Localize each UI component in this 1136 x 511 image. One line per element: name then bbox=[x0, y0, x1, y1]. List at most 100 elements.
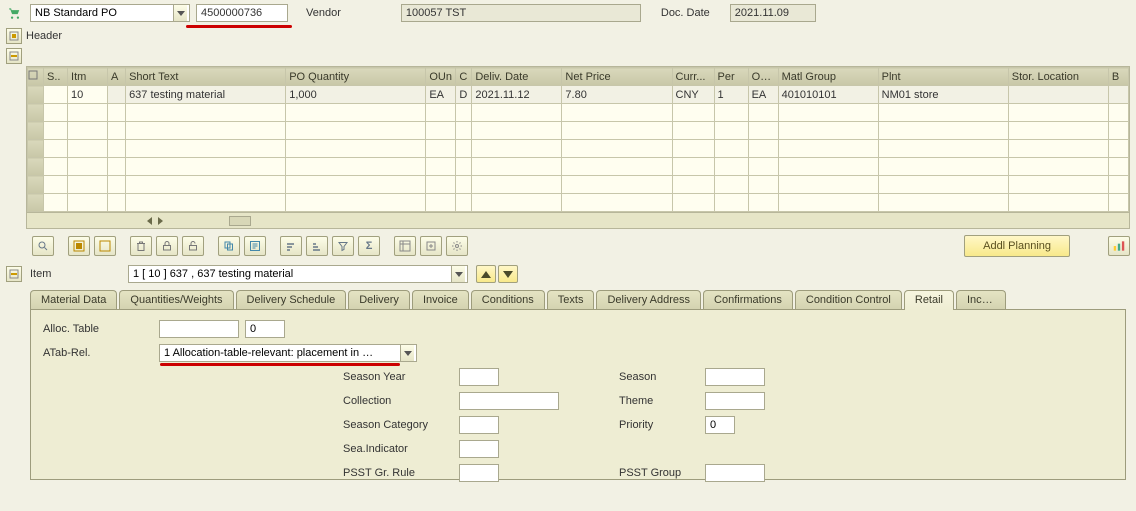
table-cell[interactable] bbox=[426, 122, 456, 140]
table-cell[interactable] bbox=[456, 158, 472, 176]
table-cell[interactable] bbox=[426, 158, 456, 176]
table-cell[interactable] bbox=[472, 122, 562, 140]
find-button[interactable] bbox=[32, 236, 54, 256]
season-category-field[interactable] bbox=[459, 416, 499, 434]
table-cell[interactable] bbox=[748, 122, 778, 140]
table-cell[interactable] bbox=[456, 176, 472, 194]
select-all-button[interactable] bbox=[68, 236, 90, 256]
table-cell[interactable] bbox=[778, 158, 878, 176]
column-header[interactable]: Per bbox=[714, 68, 748, 86]
table-select-all[interactable] bbox=[28, 68, 44, 86]
lock-button[interactable] bbox=[156, 236, 178, 256]
tab-delivery-schedule[interactable]: Delivery Schedule bbox=[236, 290, 347, 309]
table-cell[interactable] bbox=[878, 194, 1008, 212]
deselect-all-button[interactable] bbox=[94, 236, 116, 256]
tab-condition-control[interactable]: Condition Control bbox=[795, 290, 902, 309]
table-cell[interactable] bbox=[426, 194, 456, 212]
table-cell[interactable] bbox=[286, 176, 426, 194]
table-cell[interactable] bbox=[456, 122, 472, 140]
column-config-icon[interactable] bbox=[229, 216, 251, 226]
table-cell[interactable]: 1 bbox=[714, 86, 748, 104]
column-header[interactable]: OUn bbox=[426, 68, 456, 86]
unlock-button[interactable] bbox=[182, 236, 204, 256]
po-type-dropdown[interactable] bbox=[30, 4, 190, 22]
table-cell[interactable] bbox=[1108, 140, 1128, 158]
table-cell[interactable] bbox=[44, 104, 68, 122]
filter-button[interactable] bbox=[332, 236, 354, 256]
table-cell[interactable] bbox=[562, 176, 672, 194]
sum-button[interactable]: Σ bbox=[358, 236, 380, 256]
prev-item-button[interactable] bbox=[476, 265, 496, 283]
row-selector[interactable] bbox=[28, 86, 44, 104]
table-cell[interactable] bbox=[1008, 194, 1108, 212]
table-cell[interactable] bbox=[68, 176, 108, 194]
next-item-button[interactable] bbox=[498, 265, 518, 283]
expand-button[interactable] bbox=[420, 236, 442, 256]
settings-button[interactable] bbox=[446, 236, 468, 256]
table-cell[interactable] bbox=[1008, 104, 1108, 122]
table-cell[interactable] bbox=[878, 140, 1008, 158]
season-year-field[interactable] bbox=[459, 368, 499, 386]
scroll-right-icon[interactable] bbox=[158, 217, 163, 225]
table-cell[interactable] bbox=[68, 140, 108, 158]
table-cell[interactable] bbox=[44, 140, 68, 158]
table-cell[interactable] bbox=[456, 194, 472, 212]
table-cell[interactable] bbox=[286, 158, 426, 176]
column-header[interactable]: B bbox=[1108, 68, 1128, 86]
tab-texts[interactable]: Texts bbox=[547, 290, 595, 309]
row-selector[interactable] bbox=[28, 194, 44, 212]
chevron-down-icon[interactable] bbox=[451, 266, 465, 282]
collapse-item-detail-button[interactable] bbox=[6, 266, 22, 282]
table-cell[interactable] bbox=[126, 158, 286, 176]
alloc-table-field1[interactable] bbox=[159, 320, 239, 338]
po-type-value[interactable] bbox=[31, 5, 173, 21]
table-cell[interactable] bbox=[472, 140, 562, 158]
table-cell[interactable] bbox=[108, 122, 126, 140]
row-selector[interactable] bbox=[28, 140, 44, 158]
item-table[interactable]: S..ItmAShort TextPO QuantityOUnCDeliv. D… bbox=[27, 67, 1129, 212]
tab-material-data[interactable]: Material Data bbox=[30, 290, 117, 309]
tab-quantities-weights[interactable]: Quantities/Weights bbox=[119, 290, 233, 309]
table-cell[interactable] bbox=[286, 122, 426, 140]
table-cell[interactable] bbox=[672, 140, 714, 158]
tab-delivery-address[interactable]: Delivery Address bbox=[596, 290, 701, 309]
table-cell[interactable] bbox=[108, 140, 126, 158]
table-cell[interactable] bbox=[126, 176, 286, 194]
row-selector[interactable] bbox=[28, 122, 44, 140]
table-cell[interactable] bbox=[44, 176, 68, 194]
column-header[interactable]: Short Text bbox=[126, 68, 286, 86]
column-header[interactable]: S.. bbox=[44, 68, 68, 86]
table-cell[interactable] bbox=[1008, 140, 1108, 158]
season-field[interactable] bbox=[705, 368, 765, 386]
table-cell[interactable] bbox=[44, 158, 68, 176]
column-header[interactable]: Curr... bbox=[672, 68, 714, 86]
table-cell[interactable] bbox=[456, 140, 472, 158]
table-cell[interactable]: 7.80 bbox=[562, 86, 672, 104]
table-cell[interactable] bbox=[562, 104, 672, 122]
sort-asc-button[interactable] bbox=[280, 236, 302, 256]
tab-conditions[interactable]: Conditions bbox=[471, 290, 545, 309]
scroll-left-icon[interactable] bbox=[147, 217, 152, 225]
table-cell[interactable]: EA bbox=[426, 86, 456, 104]
row-selector[interactable] bbox=[28, 158, 44, 176]
table-cell[interactable] bbox=[68, 194, 108, 212]
table-cell[interactable] bbox=[748, 104, 778, 122]
psst-group-field[interactable] bbox=[705, 464, 765, 482]
table-cell[interactable] bbox=[778, 122, 878, 140]
table-cell[interactable]: 10 bbox=[68, 86, 108, 104]
table-cell[interactable] bbox=[672, 122, 714, 140]
table-cell[interactable] bbox=[456, 104, 472, 122]
column-header[interactable]: PO Quantity bbox=[286, 68, 426, 86]
table-cell[interactable] bbox=[562, 122, 672, 140]
table-cell[interactable] bbox=[68, 158, 108, 176]
table-cell[interactable] bbox=[878, 158, 1008, 176]
table-cell[interactable] bbox=[1108, 122, 1128, 140]
tab-delivery[interactable]: Delivery bbox=[348, 290, 410, 309]
alloc-table-field2[interactable] bbox=[245, 320, 285, 338]
chevron-down-icon[interactable] bbox=[400, 345, 414, 361]
column-header[interactable]: OPU bbox=[748, 68, 778, 86]
addl-planning-button[interactable]: Addl Planning bbox=[964, 235, 1070, 257]
table-cell[interactable] bbox=[426, 176, 456, 194]
priority-field[interactable] bbox=[705, 416, 735, 434]
delete-button[interactable] bbox=[130, 236, 152, 256]
